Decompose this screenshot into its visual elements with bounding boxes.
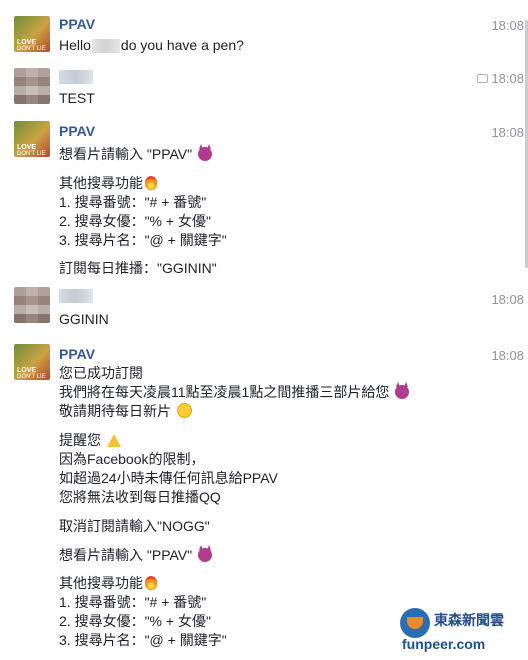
line-text: 其他搜尋功能 bbox=[59, 575, 143, 591]
message-line: 其他搜尋功能 bbox=[59, 173, 157, 193]
message-line: 2. 搜尋女優："% + 女優" bbox=[59, 613, 211, 629]
fire-emoji bbox=[145, 576, 157, 590]
line-text: 其他搜尋功能 bbox=[59, 175, 143, 191]
watermark-name: 東森新聞雲 bbox=[434, 612, 504, 628]
text-part: do you have a pen? bbox=[120, 37, 244, 53]
message-line: 1. 搜尋番號："# + 番號" bbox=[59, 594, 207, 610]
message-text: Hello do you have a pen? bbox=[59, 35, 244, 55]
line-text: 想看片請輸入 "PPAV" bbox=[59, 547, 193, 563]
message-line: 因為Facebook的限制， bbox=[59, 451, 205, 467]
redacted-sender-name bbox=[59, 70, 93, 84]
message-line: 您已成功訂閱 bbox=[59, 365, 143, 381]
line-text: 想看片請輸入 "PPAV" bbox=[59, 146, 193, 162]
message-line: 訂閱每日推播："GGININ" bbox=[59, 260, 217, 276]
timestamp: 18:08 bbox=[491, 348, 524, 363]
message-text: GGININ bbox=[59, 311, 109, 327]
message-line: 想看片請輸入 "PPAV" bbox=[59, 545, 212, 565]
warning-emoji bbox=[106, 434, 121, 447]
message-line: 2. 搜尋女優："% + 女優" bbox=[59, 213, 211, 229]
fire-emoji bbox=[145, 176, 157, 190]
avatar-caption-bottom: DON'T LIE bbox=[17, 374, 46, 380]
message-line: 3. 搜尋片名："@ + 關鍵字" bbox=[59, 232, 227, 248]
message-line: 提醒您 bbox=[59, 430, 121, 450]
sender-name[interactable]: PPAV bbox=[59, 15, 95, 33]
message-line: 我們將在每天凌晨11點至凌晨1點之間推播三部片給您 bbox=[59, 382, 410, 402]
user-avatar[interactable] bbox=[14, 68, 50, 104]
timestamp: 18:08 bbox=[491, 125, 524, 140]
message-line: 1. 搜尋番號："# + 番號" bbox=[59, 194, 207, 210]
message-line: 3. 搜尋片名："@ + 關鍵字" bbox=[59, 632, 227, 648]
ppav-avatar[interactable]: LOVE DON'T LIE bbox=[14, 16, 50, 52]
message-text: TEST bbox=[59, 90, 95, 106]
message-line: 想看片請輸入 "PPAV" bbox=[59, 144, 212, 164]
line-text: 提醒您 bbox=[59, 432, 101, 448]
watermark-site: funpeer.com bbox=[402, 636, 486, 652]
message-line: 如超過24小時未傳任何訊息給PPAV bbox=[59, 470, 278, 486]
devil-emoji bbox=[198, 144, 212, 161]
message-line: 您將無法收到每日推播QQ bbox=[59, 489, 221, 505]
message-line: 其他搜尋功能 bbox=[59, 573, 157, 593]
sender-name[interactable]: PPAV bbox=[59, 122, 95, 140]
reply-icon[interactable] bbox=[477, 74, 488, 83]
watermark: 東森新聞雲 funpeer.com bbox=[400, 606, 520, 654]
redacted-name bbox=[91, 39, 120, 54]
avatar-caption-bottom: DON'T LIE bbox=[17, 46, 46, 52]
user-avatar[interactable] bbox=[14, 287, 50, 323]
ppav-avatar[interactable]: LOVE DON'T LIE bbox=[14, 121, 50, 157]
ppav-avatar[interactable]: LOVE DON'T LIE bbox=[14, 344, 50, 380]
watermark-logo-icon bbox=[400, 608, 430, 638]
message-line: 敬請期待每日新片 bbox=[59, 401, 192, 421]
smile-emoji bbox=[176, 403, 192, 418]
text-part: Hello bbox=[59, 37, 91, 53]
message-line: 取消訂閱請輸入"NOGG" bbox=[59, 518, 210, 534]
sender-name[interactable]: PPAV bbox=[59, 345, 95, 363]
redacted-sender-name bbox=[59, 289, 93, 303]
timestamp: 18:08 bbox=[491, 292, 524, 307]
avatar-caption-top: LOVE bbox=[17, 367, 37, 374]
avatar-caption-top: LOVE bbox=[17, 39, 37, 46]
timestamp: 18:08 bbox=[491, 18, 524, 33]
timestamp: 18:08 bbox=[491, 71, 524, 86]
avatar-caption-bottom: DON'T LIE bbox=[17, 151, 46, 157]
line-text: 敬請期待每日新片 bbox=[59, 403, 171, 419]
avatar-caption-top: LOVE bbox=[17, 144, 37, 151]
line-text: 我們將在每天凌晨11點至凌晨1點之間推播三部片給您 bbox=[59, 384, 390, 400]
devil-emoji bbox=[395, 382, 410, 399]
devil-emoji bbox=[198, 545, 212, 562]
